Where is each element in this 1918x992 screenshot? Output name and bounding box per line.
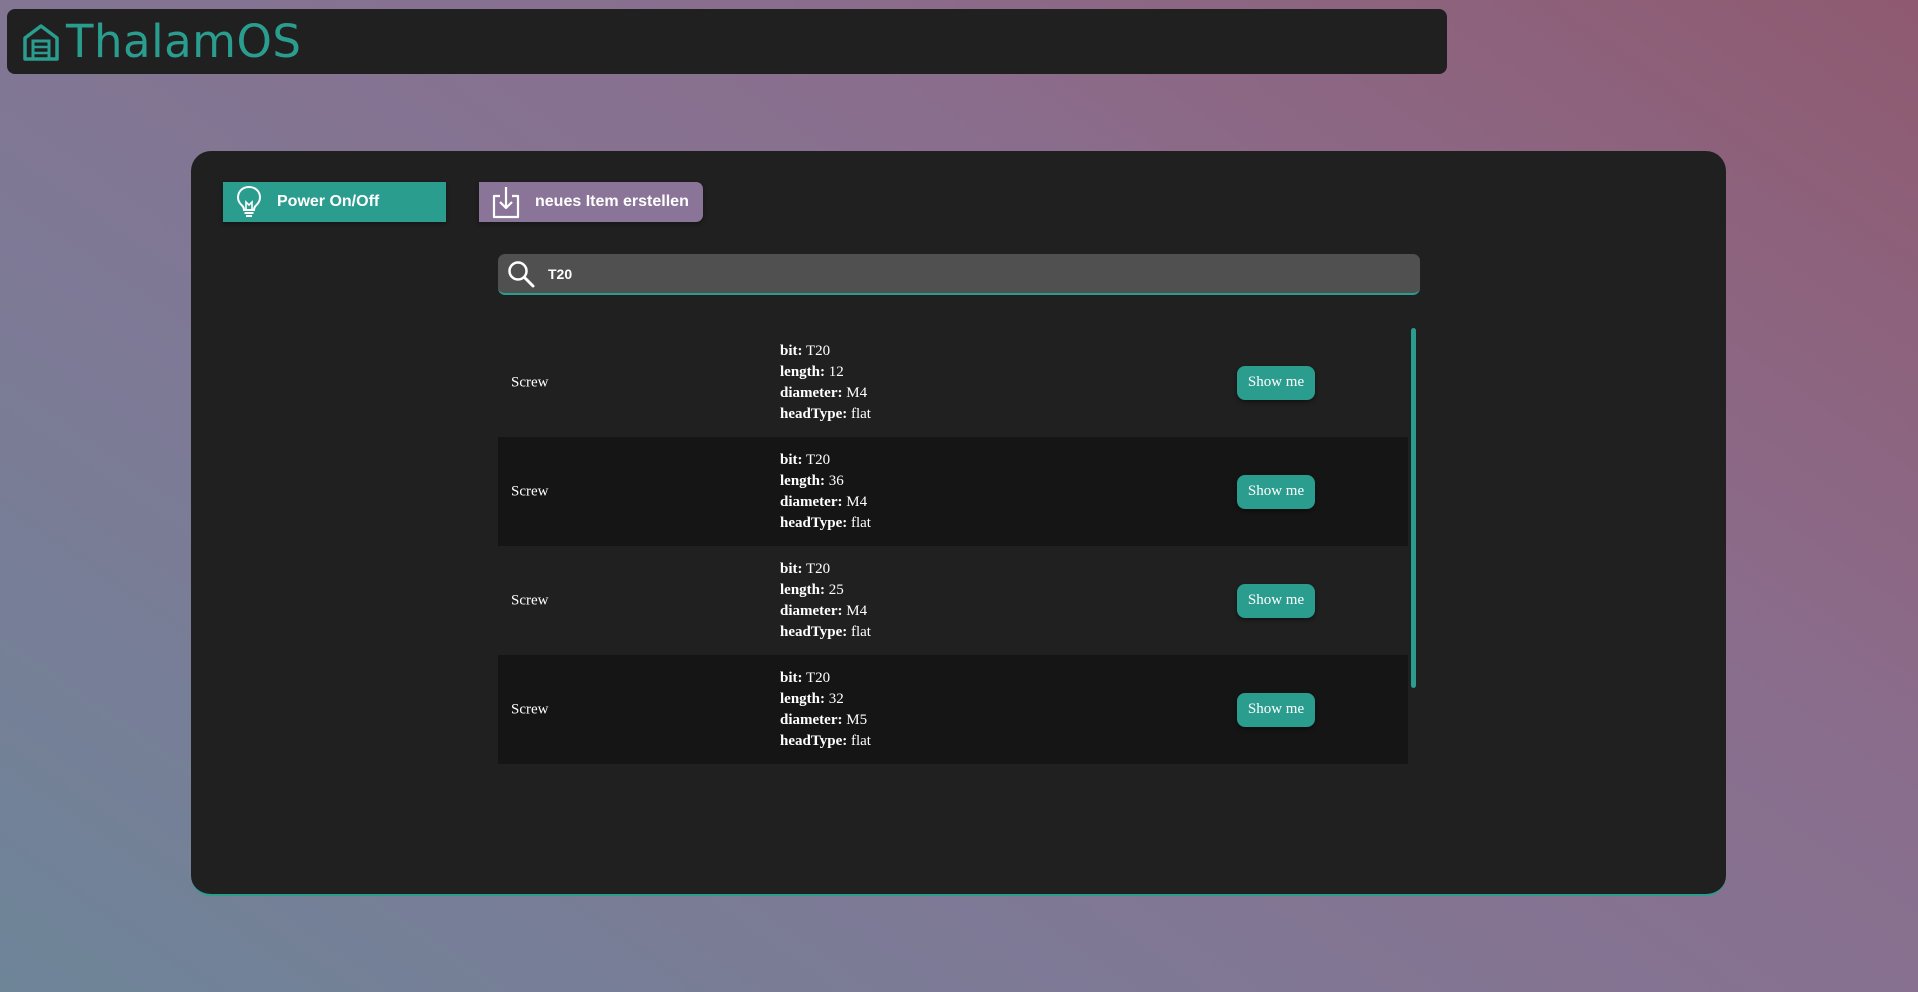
property-line: diameter: M5 xyxy=(780,711,868,728)
property-line: diameter: M4 xyxy=(780,602,868,619)
download-box-icon xyxy=(492,187,520,219)
power-toggle-label: Power On/Off xyxy=(277,193,380,210)
item-properties: bit: T20 length: 12 diameter: M4 headTyp… xyxy=(780,341,871,425)
property-line: headType: flat xyxy=(780,514,871,531)
search-icon xyxy=(508,260,535,287)
warehouse-icon xyxy=(23,23,59,61)
property-line: diameter: M4 xyxy=(780,384,868,401)
results-scrollbar[interactable] xyxy=(1411,328,1416,688)
property-line: headType: flat xyxy=(780,623,871,640)
property-line: length: 12 xyxy=(780,363,844,380)
search-input[interactable] xyxy=(548,265,1420,282)
app-header: ThalamOS xyxy=(7,9,1447,74)
property-line: length: 25 xyxy=(780,581,844,598)
result-row: Screw bit: T20 length: 12 diameter: M4 h… xyxy=(498,328,1408,437)
item-name: Screw xyxy=(511,483,549,499)
results-list: Screw bit: T20 length: 12 diameter: M4 h… xyxy=(498,328,1408,765)
search-bar xyxy=(498,254,1420,295)
result-row: Screw bit: T20 length: 32 diameter: M5 h… xyxy=(498,655,1408,764)
power-toggle-button[interactable]: Power On/Off xyxy=(223,182,446,222)
item-name: Screw xyxy=(511,592,549,608)
app-title: ThalamOS xyxy=(66,15,302,68)
lightbulb-icon xyxy=(236,185,262,217)
item-properties: bit: T20 length: 36 diameter: M4 headTyp… xyxy=(780,450,871,534)
property-line: bit: T20 xyxy=(780,451,831,468)
property-line: bit: T20 xyxy=(780,342,831,359)
new-item-label: neues Item erstellen xyxy=(535,193,689,210)
item-properties: bit: T20 length: 25 diameter: M4 headTyp… xyxy=(780,559,871,643)
item-name: Screw xyxy=(511,374,549,390)
main-panel: Power On/Off neues Item erstellen Screw … xyxy=(191,151,1726,896)
property-line: headType: flat xyxy=(780,732,871,749)
new-item-button[interactable]: neues Item erstellen xyxy=(479,182,703,222)
property-line: length: 36 xyxy=(780,472,844,489)
result-row: Screw bit: T20 length: 36 diameter: M4 h… xyxy=(498,437,1408,546)
show-me-button[interactable]: Show me xyxy=(1237,365,1315,400)
item-properties: bit: T20 length: 32 diameter: M5 headTyp… xyxy=(780,668,871,752)
show-me-button[interactable]: Show me xyxy=(1237,474,1315,509)
property-line: headType: flat xyxy=(780,405,871,422)
result-row: Screw bit: T20 length: 25 diameter: M4 h… xyxy=(498,546,1408,655)
property-line: length: 32 xyxy=(780,690,844,707)
show-me-button[interactable]: Show me xyxy=(1237,583,1315,618)
item-name: Screw xyxy=(511,701,549,717)
property-line: bit: T20 xyxy=(780,669,831,686)
property-line: bit: T20 xyxy=(780,560,831,577)
property-line: diameter: M4 xyxy=(780,493,868,510)
show-me-button[interactable]: Show me xyxy=(1237,692,1315,727)
